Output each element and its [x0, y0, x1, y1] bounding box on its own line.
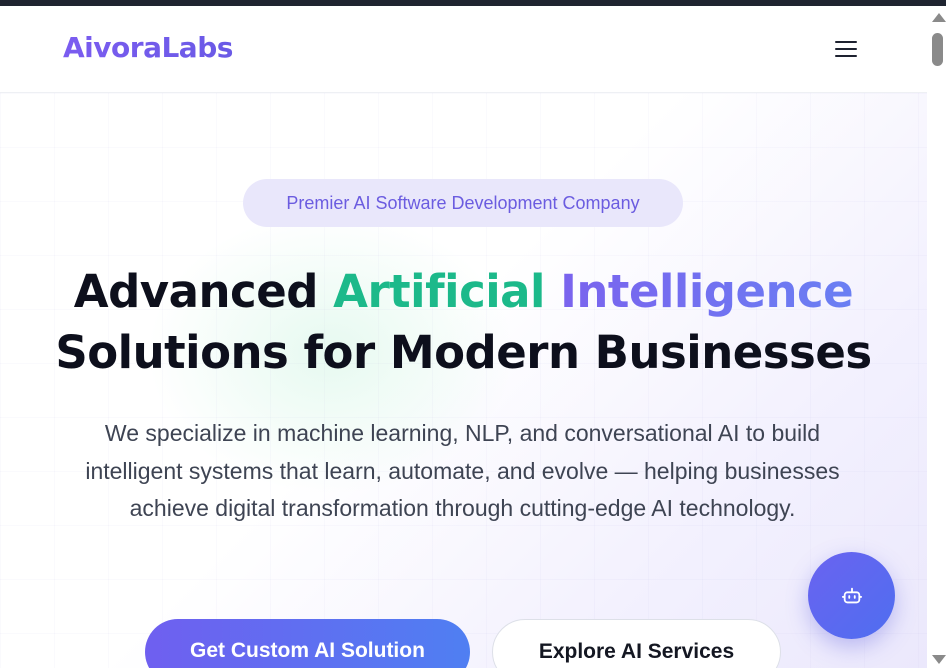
scrollbar-thumb[interactable] — [932, 33, 943, 66]
hero-headline: Advanced Artificial Intelligence Solutio… — [0, 261, 927, 383]
scroll-up-arrow-icon[interactable] — [932, 13, 946, 22]
hamburger-menu-icon[interactable] — [829, 34, 863, 64]
headline-part-advanced: Advanced — [73, 265, 334, 318]
scroll-down-arrow-icon[interactable] — [932, 655, 946, 664]
headline-part-solutions: Solutions for Modern Businesses — [55, 326, 872, 379]
hero-description: We specialize in machine learning, NLP, … — [85, 420, 840, 521]
brand-logo[interactable]: AivoraLabs — [63, 31, 233, 64]
chat-widget-button[interactable] — [808, 552, 895, 639]
headline-space — [545, 265, 560, 318]
site-header: AivoraLabs — [0, 6, 927, 93]
robot-icon — [841, 587, 862, 603]
hero-badge: Premier AI Software Development Company — [243, 179, 683, 227]
explore-ai-services-button[interactable]: Explore AI Services — [492, 619, 781, 668]
hero-section: Premier AI Software Development Company … — [0, 93, 927, 668]
headline-part-artificial: Artificial — [333, 265, 545, 318]
headline-part-intelligence: Intelligence — [560, 265, 854, 318]
page-scrollbar[interactable] — [927, 6, 946, 668]
get-custom-ai-solution-button[interactable]: Get Custom AI Solution — [145, 619, 470, 668]
